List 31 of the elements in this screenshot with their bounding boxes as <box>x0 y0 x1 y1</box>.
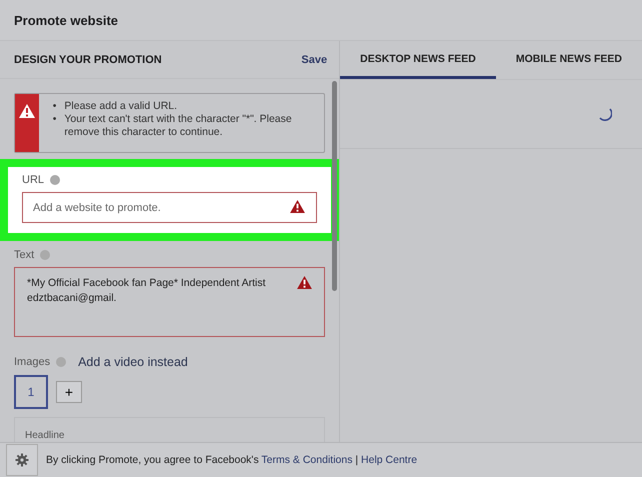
text-field[interactable]: *My Official Facebook fan Page* Independent Artist edztbacani@gmail. <box>14 267 326 337</box>
section-heading: DESIGN YOUR PROMOTION <box>14 54 162 66</box>
url-field[interactable]: Add a website to promote. <box>22 192 318 223</box>
bullet: • <box>52 113 56 127</box>
field-label: Headline <box>25 430 64 441</box>
error-text: Please add a valid URL. <box>64 100 178 113</box>
text-value: *My Official Facebook fan Page* Independent Artist edztbacani@gmail. <box>27 276 266 306</box>
bullet: • <box>52 100 56 113</box>
settings-button[interactable] <box>6 444 38 476</box>
warning-icon <box>297 276 312 289</box>
settings-icon <box>15 453 29 467</box>
tab[interactable]: MOBILE NEWS FEED <box>496 41 642 79</box>
save-link[interactable]: Save <box>301 54 328 66</box>
info-icon <box>50 175 60 185</box>
image-slot[interactable]: 1 <box>14 375 48 409</box>
info-icon <box>56 357 66 367</box>
warning-icon <box>18 104 35 118</box>
warning-icon <box>290 200 306 213</box>
field-label: URL <box>22 174 44 186</box>
add-image-button[interactable]: + <box>56 381 82 403</box>
scrollbar[interactable] <box>332 81 338 291</box>
error-text: Your text can't start with the character "*". Please remove this character to continue. <box>64 113 293 139</box>
field-label: Images <box>14 356 50 368</box>
help-link[interactable]: Help Centre <box>361 454 418 466</box>
terms-notice: By clicking Promote, you agree to Facebook's Terms & Conditions | Help Centre <box>46 454 418 466</box>
terms-link[interactable]: Terms & Conditions <box>261 454 352 466</box>
info-icon <box>40 250 50 260</box>
field-label: Text <box>14 249 34 261</box>
tab[interactable]: DESKTOP NEWS FEED <box>340 41 496 79</box>
window-title: Promote website <box>14 12 118 28</box>
add-video-link[interactable]: Add a video instead <box>72 355 188 369</box>
